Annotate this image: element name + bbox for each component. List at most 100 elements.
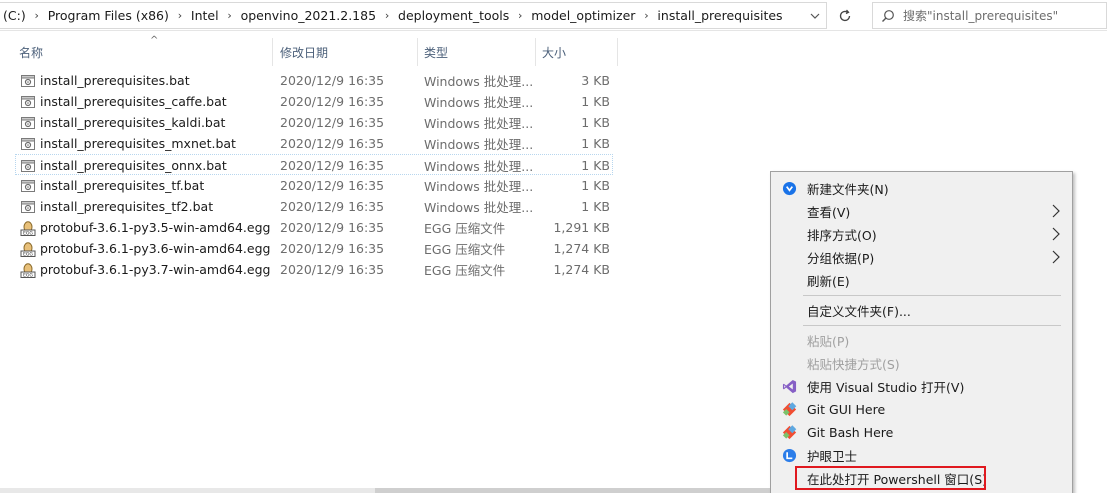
file-size: 1 KB <box>581 94 610 109</box>
file-name: protobuf-3.6.1-py3.5-win-amd64.egg <box>40 220 271 235</box>
file-row[interactable]: EGG protobuf-3.6.1-py3.7-win-amd64.egg 20… <box>15 259 613 280</box>
file-date: 2020/12/9 16:35 <box>280 262 385 277</box>
file-type: EGG 压缩文件 <box>424 263 506 278</box>
git-bash-icon <box>781 424 797 440</box>
breadcrumb-openvino[interactable]: openvino_2021.2.185 <box>238 3 379 28</box>
eye-guard-icon <box>781 447 797 463</box>
file-name: install_prerequisites_tf2.bat <box>40 199 214 214</box>
menu-item-customize-folder[interactable]: 自定义文件夹(F)... <box>773 299 1070 322</box>
file-row[interactable]: install_prerequisites_tf.bat 2020/12/9 1… <box>15 175 613 196</box>
file-name: install_prerequisites.bat <box>40 73 190 88</box>
background-window-strip <box>0 488 770 493</box>
breadcrumb-intel[interactable]: Intel <box>188 3 222 28</box>
menu-item-sort-by[interactable]: 排序方式(O) <box>773 223 1070 246</box>
file-size: 1,291 KB <box>553 220 610 235</box>
column-header-type[interactable]: 类型 <box>418 38 536 66</box>
column-header-name-label: 名称 <box>19 45 44 60</box>
file-date: 2020/12/9 16:35 <box>280 73 385 88</box>
batch-file-icon <box>20 199 36 215</box>
file-size: 1 KB <box>581 178 610 193</box>
menu-separator <box>803 325 1061 326</box>
search-box[interactable] <box>872 2 1107 29</box>
column-header-type-label: 类型 <box>424 45 449 60</box>
svg-text:EGG: EGG <box>23 272 33 278</box>
breadcrumb-program-files[interactable]: Program Files (x86) <box>45 3 172 28</box>
breadcrumb-separator-icon[interactable]: › <box>172 3 188 28</box>
menu-item-git-bash[interactable]: Git Bash Here <box>773 421 1070 444</box>
submenu-arrow-icon <box>1052 204 1060 222</box>
refresh-button[interactable] <box>831 2 858 29</box>
menu-item-label: Git GUI Here <box>807 402 886 417</box>
file-type: Windows 批处理... <box>424 179 534 194</box>
file-type: Windows 批处理... <box>424 116 534 131</box>
file-type: EGG 压缩文件 <box>424 221 506 236</box>
egg-file-icon: EGG <box>20 241 36 257</box>
breadcrumb-separator-icon[interactable]: › <box>222 3 238 28</box>
file-row[interactable]: install_prerequisites_caffe.bat 2020/12/… <box>15 91 613 112</box>
menu-item-paste-shortcut[interactable]: 粘贴快捷方式(S) <box>773 352 1070 375</box>
menu-item-label: 分组依据(P) <box>807 251 875 266</box>
file-type: Windows 批处理... <box>424 200 534 215</box>
sort-ascending-icon: ^ <box>150 35 159 46</box>
menu-item-label: Git Bash Here <box>807 425 894 440</box>
file-row-focused[interactable]: install_prerequisites_onnx.bat 2020/12/9… <box>15 154 613 175</box>
column-header-name[interactable]: 名称 ^ <box>13 35 273 66</box>
file-row[interactable]: install_prerequisites.bat 2020/12/9 16:3… <box>15 70 613 91</box>
menu-item-git-gui[interactable]: Git GUI Here <box>773 398 1070 421</box>
menu-item-label: 新建文件夹(N) <box>807 182 889 197</box>
menu-item-group-by[interactable]: 分组依据(P) <box>773 246 1070 269</box>
menu-item-new-folder[interactable]: 新建文件夹(N) <box>773 177 1070 200</box>
address-history-dropdown-icon[interactable] <box>804 3 826 28</box>
menu-item-label: 自定义文件夹(F)... <box>807 304 911 319</box>
file-date: 2020/12/9 16:35 <box>280 115 385 130</box>
file-date: 2020/12/9 16:35 <box>280 199 385 214</box>
file-row[interactable]: install_prerequisites_mxnet.bat 2020/12/… <box>15 133 613 154</box>
file-row[interactable]: install_prerequisites_kaldi.bat 2020/12/… <box>15 112 613 133</box>
visual-studio-icon <box>781 378 797 394</box>
menu-item-open-visual-studio[interactable]: 使用 Visual Studio 打开(V) <box>773 375 1070 398</box>
column-header-date[interactable]: 修改日期 <box>274 38 418 66</box>
file-date: 2020/12/9 16:35 <box>280 241 385 256</box>
file-row[interactable]: EGG protobuf-3.6.1-py3.6-win-amd64.egg 20… <box>15 238 613 259</box>
file-name: install_prerequisites_onnx.bat <box>40 158 227 173</box>
refresh-icon <box>839 9 850 21</box>
menu-item-label: 排序方式(O) <box>807 228 877 243</box>
address-bar[interactable]: (C:) › Program Files (x86) › Intel › ope… <box>0 2 827 29</box>
batch-file-icon <box>20 94 36 110</box>
breadcrumb-separator-icon[interactable]: › <box>379 3 395 28</box>
breadcrumb-separator-icon[interactable]: › <box>638 3 654 28</box>
menu-item-refresh[interactable]: 刷新(E) <box>773 269 1070 292</box>
breadcrumb-install-prerequisites[interactable]: install_prerequisites <box>654 3 785 28</box>
column-header-date-label: 修改日期 <box>280 45 329 60</box>
breadcrumb-drive[interactable]: (C:) <box>0 3 29 28</box>
file-date: 2020/12/9 16:35 <box>280 178 385 193</box>
breadcrumb-separator-icon[interactable]: › <box>29 3 45 28</box>
batch-file-icon <box>20 136 36 152</box>
menu-item-eye-guard[interactable]: 护眼卫士 <box>773 444 1070 467</box>
file-size: 1 KB <box>581 199 610 214</box>
breadcrumb-deployment-tools[interactable]: deployment_tools <box>395 3 512 28</box>
column-header-size-label: 大小 <box>542 45 567 60</box>
breadcrumb-model-optimizer[interactable]: model_optimizer <box>528 3 638 28</box>
column-header-size[interactable]: 大小 <box>536 38 618 66</box>
menu-item-view[interactable]: 查看(V) <box>773 200 1070 223</box>
file-name: protobuf-3.6.1-py3.7-win-amd64.egg <box>40 262 271 277</box>
submenu-arrow-icon <box>1052 227 1060 245</box>
batch-file-icon <box>20 115 36 131</box>
file-row[interactable]: EGG protobuf-3.6.1-py3.5-win-amd64.egg 20… <box>15 217 613 238</box>
file-size: 1,274 KB <box>553 262 610 277</box>
file-date: 2020/12/9 16:35 <box>280 158 385 173</box>
egg-file-icon: EGG <box>20 220 36 236</box>
file-name: install_prerequisites_kaldi.bat <box>40 115 226 130</box>
file-size: 1 KB <box>581 115 610 130</box>
svg-text:EGG: EGG <box>23 230 33 236</box>
file-size: 1 KB <box>581 158 610 173</box>
context-menu: 新建文件夹(N) 查看(V) 排序方式(O) 分组依据(P) 刷新(E) 自定义… <box>770 171 1073 493</box>
file-row[interactable]: install_prerequisites_tf2.bat 2020/12/9 … <box>15 196 613 217</box>
menu-item-paste[interactable]: 粘贴(P) <box>773 329 1070 352</box>
egg-file-icon: EGG <box>20 262 36 278</box>
address-bar-area: (C:) › Program Files (x86) › Intel › ope… <box>0 0 1107 31</box>
file-type: EGG 压缩文件 <box>424 242 506 257</box>
search-input[interactable] <box>903 8 1098 23</box>
breadcrumb-separator-icon[interactable]: › <box>512 3 528 28</box>
